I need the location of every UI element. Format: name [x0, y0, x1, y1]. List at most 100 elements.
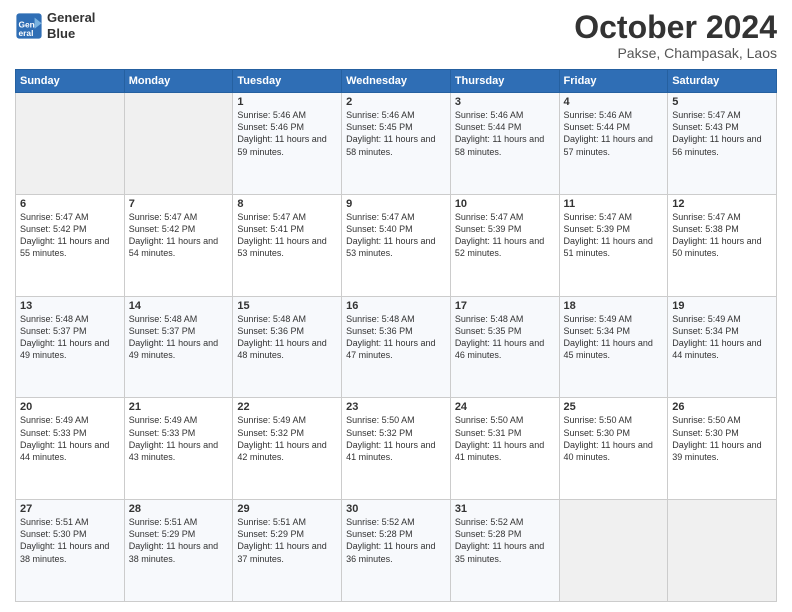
weekday-header-saturday: Saturday: [668, 70, 777, 93]
calendar-cell-31: 30Sunrise: 5:52 AM Sunset: 5:28 PM Dayli…: [342, 500, 451, 602]
day-number: 20: [20, 401, 120, 413]
weekday-header-sunday: Sunday: [16, 70, 125, 93]
calendar-cell-6: 5Sunrise: 5:47 AM Sunset: 5:43 PM Daylig…: [668, 93, 777, 195]
calendar-cell-12: 11Sunrise: 5:47 AM Sunset: 5:39 PM Dayli…: [559, 194, 668, 296]
calendar-cell-3: 2Sunrise: 5:46 AM Sunset: 5:45 PM Daylig…: [342, 93, 451, 195]
cell-info: Sunrise: 5:47 AM Sunset: 5:39 PM Dayligh…: [564, 211, 664, 260]
logo-icon: Gen eral: [15, 12, 43, 40]
day-number: 2: [346, 96, 446, 108]
day-number: 13: [20, 300, 120, 312]
cell-info: Sunrise: 5:48 AM Sunset: 5:36 PM Dayligh…: [346, 313, 446, 362]
cell-info: Sunrise: 5:52 AM Sunset: 5:28 PM Dayligh…: [455, 516, 555, 565]
calendar-cell-7: 6Sunrise: 5:47 AM Sunset: 5:42 PM Daylig…: [16, 194, 125, 296]
calendar-cell-32: 31Sunrise: 5:52 AM Sunset: 5:28 PM Dayli…: [450, 500, 559, 602]
week-row-0: 1Sunrise: 5:46 AM Sunset: 5:46 PM Daylig…: [16, 93, 777, 195]
cell-info: Sunrise: 5:49 AM Sunset: 5:34 PM Dayligh…: [672, 313, 772, 362]
calendar-cell-24: 23Sunrise: 5:50 AM Sunset: 5:32 PM Dayli…: [342, 398, 451, 500]
calendar-cell-28: 27Sunrise: 5:51 AM Sunset: 5:30 PM Dayli…: [16, 500, 125, 602]
calendar-cell-8: 7Sunrise: 5:47 AM Sunset: 5:42 PM Daylig…: [124, 194, 233, 296]
day-number: 3: [455, 96, 555, 108]
week-row-3: 20Sunrise: 5:49 AM Sunset: 5:33 PM Dayli…: [16, 398, 777, 500]
day-number: 22: [237, 401, 337, 413]
calendar-cell-0: [16, 93, 125, 195]
day-number: 23: [346, 401, 446, 413]
day-number: 25: [564, 401, 664, 413]
calendar-cell-16: 15Sunrise: 5:48 AM Sunset: 5:36 PM Dayli…: [233, 296, 342, 398]
cell-info: Sunrise: 5:47 AM Sunset: 5:43 PM Dayligh…: [672, 109, 772, 158]
day-number: 11: [564, 198, 664, 210]
location: Pakse, Champasak, Laos: [574, 45, 777, 61]
day-number: 15: [237, 300, 337, 312]
logo-text-line2: Blue: [47, 26, 95, 42]
calendar-cell-5: 4Sunrise: 5:46 AM Sunset: 5:44 PM Daylig…: [559, 93, 668, 195]
calendar-cell-30: 29Sunrise: 5:51 AM Sunset: 5:29 PM Dayli…: [233, 500, 342, 602]
weekday-header-friday: Friday: [559, 70, 668, 93]
cell-info: Sunrise: 5:49 AM Sunset: 5:33 PM Dayligh…: [129, 414, 229, 463]
day-number: 30: [346, 503, 446, 515]
calendar-cell-15: 14Sunrise: 5:48 AM Sunset: 5:37 PM Dayli…: [124, 296, 233, 398]
cell-info: Sunrise: 5:46 AM Sunset: 5:44 PM Dayligh…: [455, 109, 555, 158]
weekday-header-wednesday: Wednesday: [342, 70, 451, 93]
week-row-1: 6Sunrise: 5:47 AM Sunset: 5:42 PM Daylig…: [16, 194, 777, 296]
day-number: 29: [237, 503, 337, 515]
cell-info: Sunrise: 5:49 AM Sunset: 5:33 PM Dayligh…: [20, 414, 120, 463]
cell-info: Sunrise: 5:50 AM Sunset: 5:32 PM Dayligh…: [346, 414, 446, 463]
week-row-2: 13Sunrise: 5:48 AM Sunset: 5:37 PM Dayli…: [16, 296, 777, 398]
logo-text-line1: General: [47, 10, 95, 26]
logo: Gen eral General Blue: [15, 10, 95, 41]
cell-info: Sunrise: 5:47 AM Sunset: 5:39 PM Dayligh…: [455, 211, 555, 260]
cell-info: Sunrise: 5:48 AM Sunset: 5:35 PM Dayligh…: [455, 313, 555, 362]
weekday-header-thursday: Thursday: [450, 70, 559, 93]
cell-info: Sunrise: 5:47 AM Sunset: 5:40 PM Dayligh…: [346, 211, 446, 260]
calendar-cell-10: 9Sunrise: 5:47 AM Sunset: 5:40 PM Daylig…: [342, 194, 451, 296]
calendar-cell-13: 12Sunrise: 5:47 AM Sunset: 5:38 PM Dayli…: [668, 194, 777, 296]
calendar-cell-4: 3Sunrise: 5:46 AM Sunset: 5:44 PM Daylig…: [450, 93, 559, 195]
cell-info: Sunrise: 5:46 AM Sunset: 5:44 PM Dayligh…: [564, 109, 664, 158]
cell-info: Sunrise: 5:49 AM Sunset: 5:34 PM Dayligh…: [564, 313, 664, 362]
day-number: 4: [564, 96, 664, 108]
day-number: 26: [672, 401, 772, 413]
day-number: 6: [20, 198, 120, 210]
calendar-cell-19: 18Sunrise: 5:49 AM Sunset: 5:34 PM Dayli…: [559, 296, 668, 398]
cell-info: Sunrise: 5:48 AM Sunset: 5:37 PM Dayligh…: [20, 313, 120, 362]
cell-info: Sunrise: 5:51 AM Sunset: 5:29 PM Dayligh…: [129, 516, 229, 565]
calendar-cell-33: [559, 500, 668, 602]
day-number: 16: [346, 300, 446, 312]
cell-info: Sunrise: 5:51 AM Sunset: 5:30 PM Dayligh…: [20, 516, 120, 565]
calendar-cell-29: 28Sunrise: 5:51 AM Sunset: 5:29 PM Dayli…: [124, 500, 233, 602]
day-number: 19: [672, 300, 772, 312]
cell-info: Sunrise: 5:50 AM Sunset: 5:30 PM Dayligh…: [564, 414, 664, 463]
calendar-cell-23: 22Sunrise: 5:49 AM Sunset: 5:32 PM Dayli…: [233, 398, 342, 500]
calendar-cell-18: 17Sunrise: 5:48 AM Sunset: 5:35 PM Dayli…: [450, 296, 559, 398]
day-number: 5: [672, 96, 772, 108]
calendar-cell-22: 21Sunrise: 5:49 AM Sunset: 5:33 PM Dayli…: [124, 398, 233, 500]
calendar-cell-11: 10Sunrise: 5:47 AM Sunset: 5:39 PM Dayli…: [450, 194, 559, 296]
calendar-cell-26: 25Sunrise: 5:50 AM Sunset: 5:30 PM Dayli…: [559, 398, 668, 500]
calendar-cell-27: 26Sunrise: 5:50 AM Sunset: 5:30 PM Dayli…: [668, 398, 777, 500]
svg-text:eral: eral: [19, 27, 34, 37]
cell-info: Sunrise: 5:50 AM Sunset: 5:30 PM Dayligh…: [672, 414, 772, 463]
cell-info: Sunrise: 5:46 AM Sunset: 5:45 PM Dayligh…: [346, 109, 446, 158]
cell-info: Sunrise: 5:46 AM Sunset: 5:46 PM Dayligh…: [237, 109, 337, 158]
day-number: 31: [455, 503, 555, 515]
calendar-cell-21: 20Sunrise: 5:49 AM Sunset: 5:33 PM Dayli…: [16, 398, 125, 500]
calendar-cell-25: 24Sunrise: 5:50 AM Sunset: 5:31 PM Dayli…: [450, 398, 559, 500]
day-number: 18: [564, 300, 664, 312]
cell-info: Sunrise: 5:49 AM Sunset: 5:32 PM Dayligh…: [237, 414, 337, 463]
cell-info: Sunrise: 5:47 AM Sunset: 5:41 PM Dayligh…: [237, 211, 337, 260]
weekday-header-tuesday: Tuesday: [233, 70, 342, 93]
day-number: 12: [672, 198, 772, 210]
calendar-cell-9: 8Sunrise: 5:47 AM Sunset: 5:41 PM Daylig…: [233, 194, 342, 296]
calendar-cell-17: 16Sunrise: 5:48 AM Sunset: 5:36 PM Dayli…: [342, 296, 451, 398]
calendar-cell-20: 19Sunrise: 5:49 AM Sunset: 5:34 PM Dayli…: [668, 296, 777, 398]
calendar-cell-2: 1Sunrise: 5:46 AM Sunset: 5:46 PM Daylig…: [233, 93, 342, 195]
cell-info: Sunrise: 5:47 AM Sunset: 5:42 PM Dayligh…: [20, 211, 120, 260]
cell-info: Sunrise: 5:52 AM Sunset: 5:28 PM Dayligh…: [346, 516, 446, 565]
cell-info: Sunrise: 5:48 AM Sunset: 5:36 PM Dayligh…: [237, 313, 337, 362]
cell-info: Sunrise: 5:50 AM Sunset: 5:31 PM Dayligh…: [455, 414, 555, 463]
day-number: 28: [129, 503, 229, 515]
day-number: 14: [129, 300, 229, 312]
calendar-cell-34: [668, 500, 777, 602]
day-number: 9: [346, 198, 446, 210]
calendar-cell-14: 13Sunrise: 5:48 AM Sunset: 5:37 PM Dayli…: [16, 296, 125, 398]
